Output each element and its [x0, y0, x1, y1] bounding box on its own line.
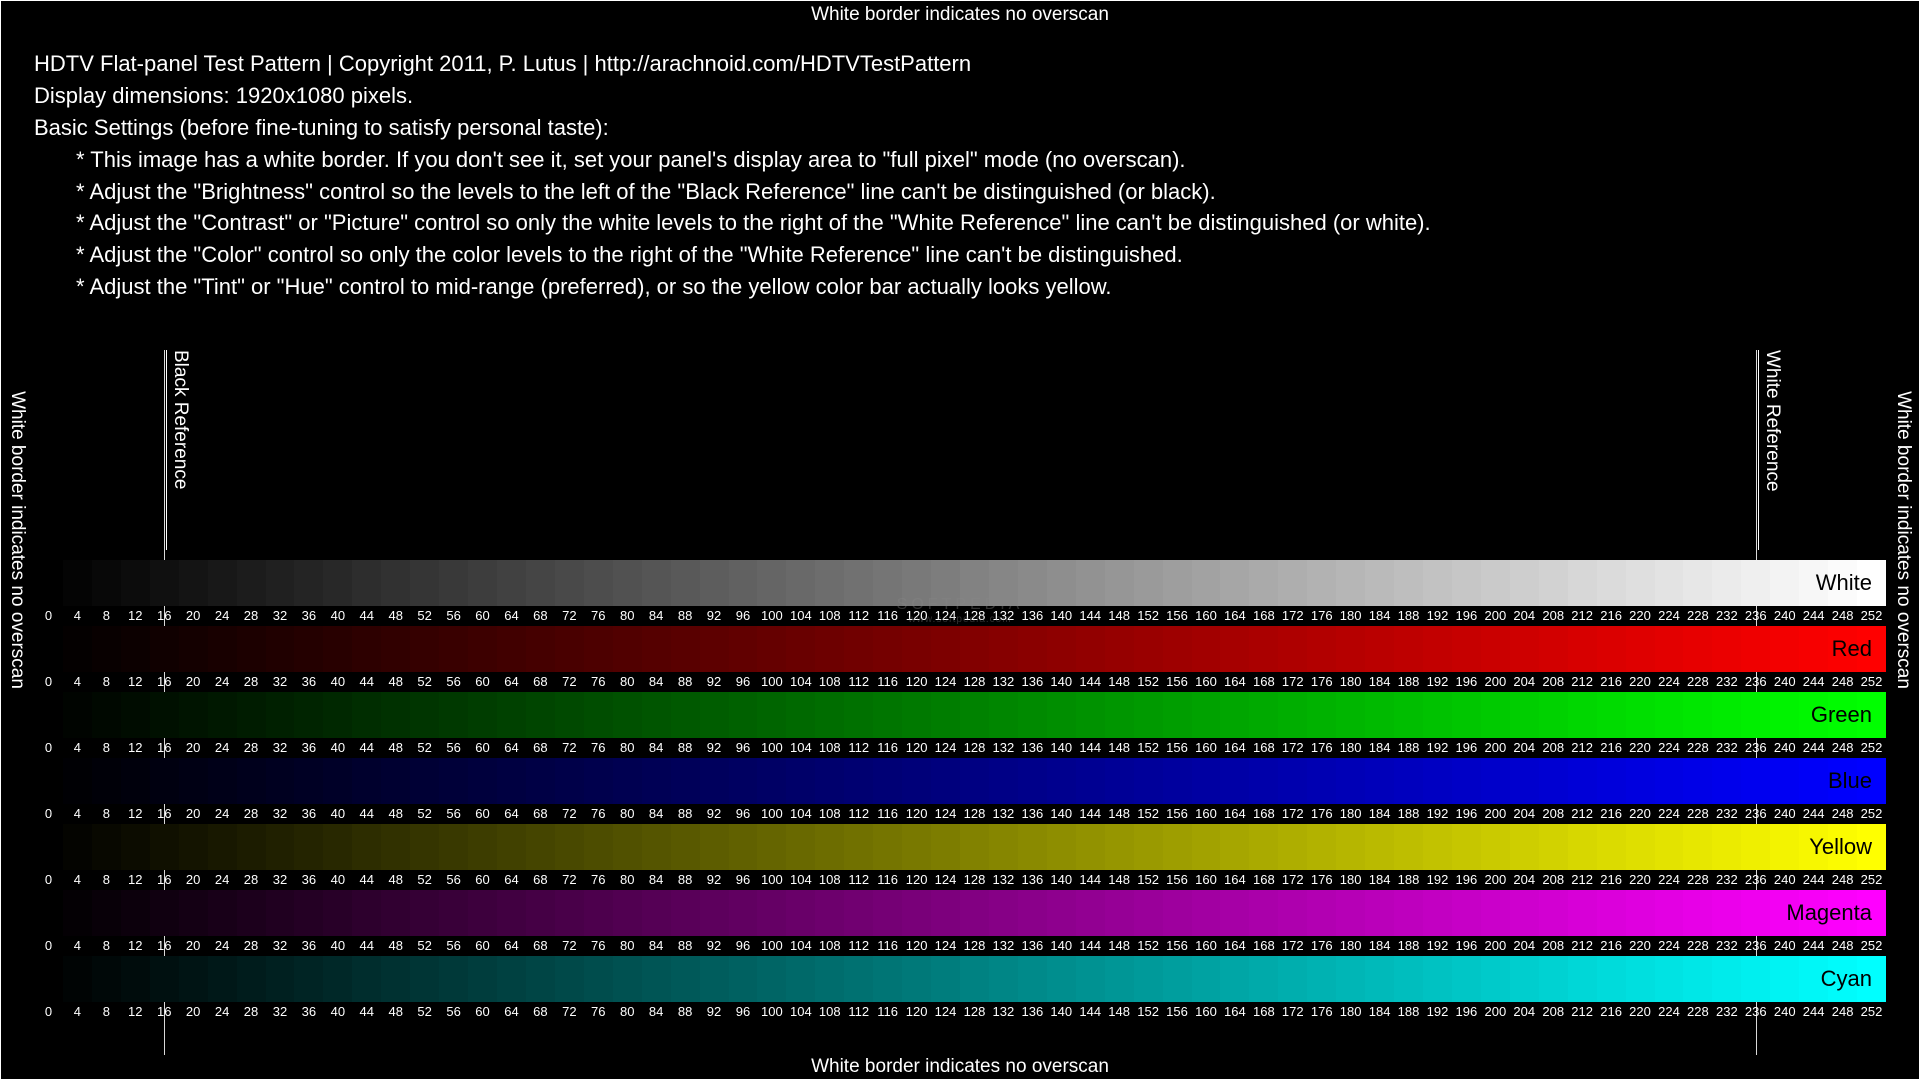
- scale-cyan: 0481216202428323640444852566064687276808…: [34, 1002, 1886, 1022]
- bar-label-red: Red: [1832, 636, 1872, 662]
- gradient-cyan: [34, 956, 1886, 1002]
- scale-yellow: 0481216202428323640444852566064687276808…: [34, 870, 1886, 890]
- edge-label-right: White border indicates no overscan: [1892, 391, 1914, 689]
- scale-green: 0481216202428323640444852566064687276808…: [34, 738, 1886, 758]
- color-bar-red: Red0481216202428323640444852566064687276…: [34, 626, 1886, 672]
- dimensions-line: Display dimensions: 1920x1080 pixels.: [34, 80, 1431, 112]
- gradient-blue: [34, 758, 1886, 804]
- gradient-red: [34, 626, 1886, 672]
- bar-label-green: Green: [1811, 702, 1872, 728]
- gradient-green: [34, 692, 1886, 738]
- bullet-3: * Adjust the "Color" control so only the…: [34, 239, 1431, 271]
- gradient-yellow: [34, 824, 1886, 870]
- bar-label-white: White: [1816, 570, 1872, 596]
- color-bar-green: Green04812162024283236404448525660646872…: [34, 692, 1886, 738]
- header-block: HDTV Flat-panel Test Pattern | Copyright…: [34, 48, 1431, 303]
- color-bar-white: White04812162024283236404448525660646872…: [34, 560, 1886, 606]
- scale-white: 0481216202428323640444852566064687276808…: [34, 606, 1886, 626]
- bar-label-cyan: Cyan: [1821, 966, 1872, 992]
- white-reference-label: White Reference: [1758, 350, 1783, 550]
- color-bar-cyan: Cyan048121620242832364044485256606468727…: [34, 956, 1886, 1002]
- color-bar-magenta: Magenta048121620242832364044485256606468…: [34, 890, 1886, 936]
- gradient-white: [34, 560, 1886, 606]
- bar-label-yellow: Yellow: [1809, 834, 1872, 860]
- color-bars-area: White 04812162024283236404448525660646872…: [34, 560, 1886, 1022]
- bullet-4: * Adjust the "Tint" or "Hue" control to …: [34, 271, 1431, 303]
- black-reference-label: Black Reference: [166, 350, 191, 550]
- edge-label-bottom: White border indicates no overscan: [811, 1056, 1109, 1078]
- bar-label-magenta: Magenta: [1786, 900, 1872, 926]
- color-bar-yellow: Yellow0481216202428323640444852566064687…: [34, 824, 1886, 870]
- gradient-magenta: [34, 890, 1886, 936]
- color-bar-blue: Blue048121620242832364044485256606468727…: [34, 758, 1886, 804]
- scale-magenta: 0481216202428323640444852566064687276808…: [34, 936, 1886, 956]
- edge-label-top: White border indicates no overscan: [811, 4, 1109, 26]
- bullet-1: * Adjust the "Brightness" control so the…: [34, 176, 1431, 208]
- bullet-0: * This image has a white border. If you …: [34, 144, 1431, 176]
- bar-label-blue: Blue: [1828, 768, 1872, 794]
- edge-label-left: White border indicates no overscan: [6, 391, 28, 689]
- bullet-2: * Adjust the "Contrast" or "Picture" con…: [34, 207, 1431, 239]
- scale-blue: 0481216202428323640444852566064687276808…: [34, 804, 1886, 824]
- settings-intro: Basic Settings (before fine-tuning to sa…: [34, 112, 1431, 144]
- scale-red: 0481216202428323640444852566064687276808…: [34, 672, 1886, 692]
- title-line: HDTV Flat-panel Test Pattern | Copyright…: [34, 48, 1431, 80]
